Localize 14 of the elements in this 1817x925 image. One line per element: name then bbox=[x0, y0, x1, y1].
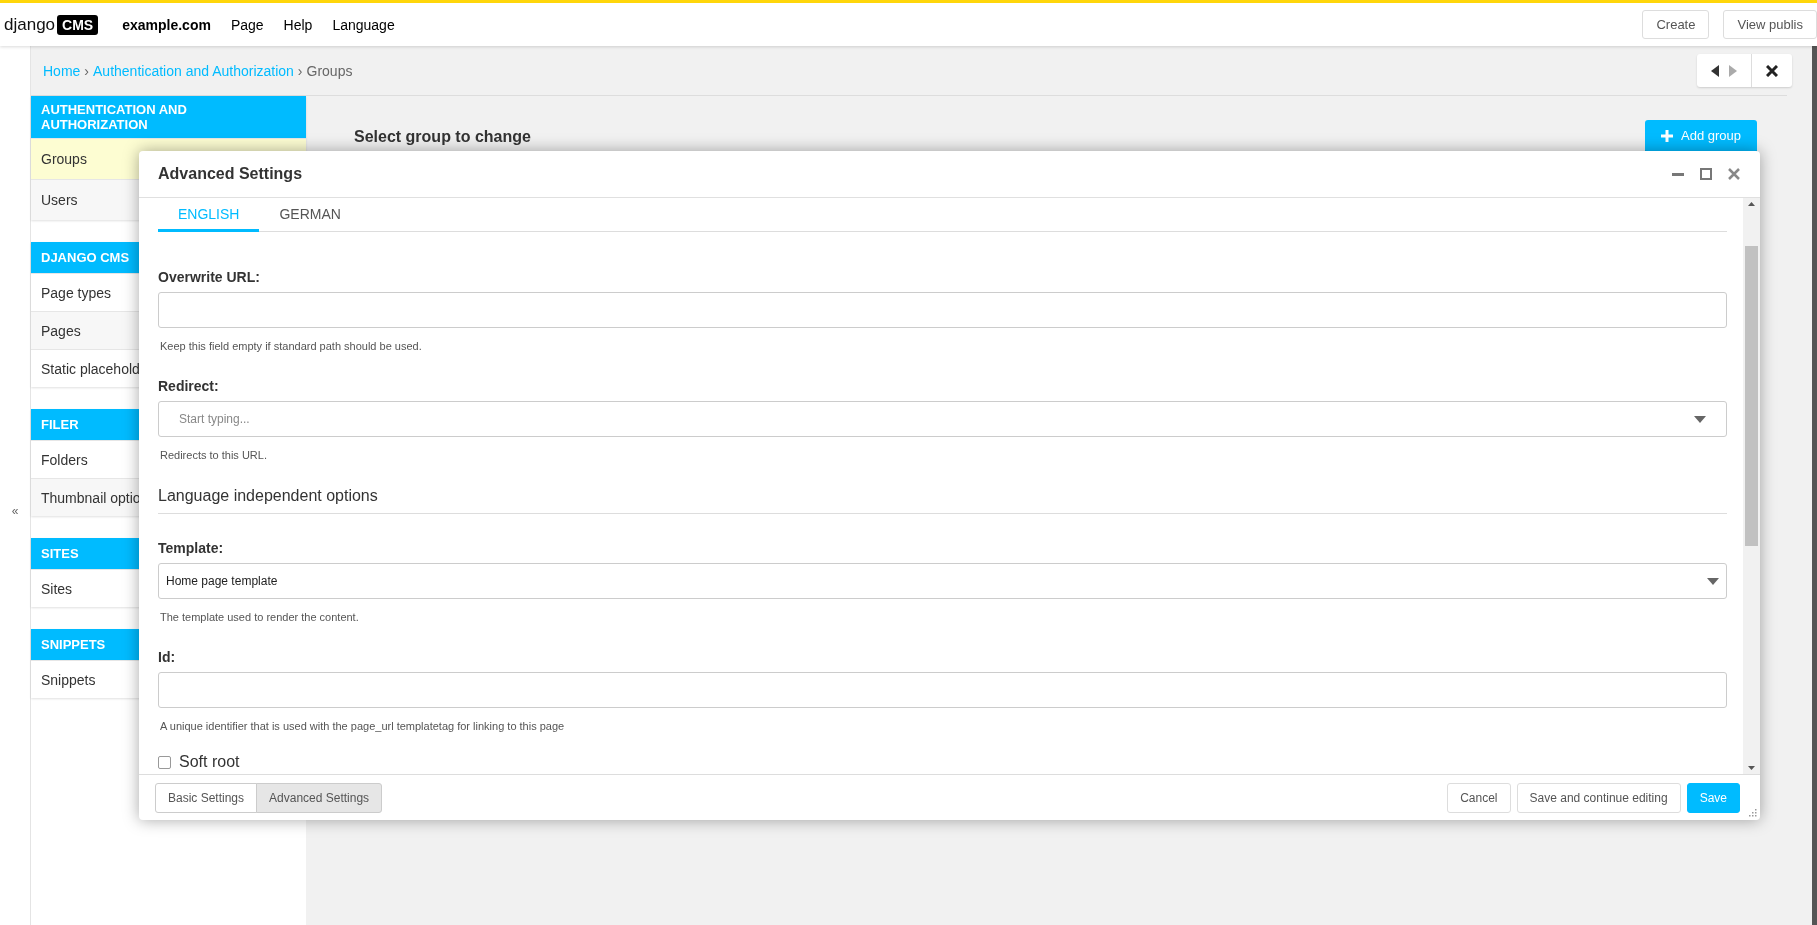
checkbox-label: Soft root bbox=[179, 753, 240, 771]
help-text: Keep this field empty if standard path should be used. bbox=[160, 340, 423, 352]
help-text: A unique identifier that is used with the page_url templatetag for linking to this page bbox=[160, 720, 566, 732]
sidebar-heading: AUTHENTICATION AND AUTHORIZATION bbox=[31, 96, 306, 138]
breadcrumb-separator: › bbox=[297, 62, 303, 79]
section-heading: Language independent options bbox=[158, 487, 1727, 514]
breadcrumb-current: Groups bbox=[306, 62, 353, 79]
field-label: Redirect: bbox=[158, 378, 220, 394]
modal-title: Advanced Settings bbox=[158, 165, 304, 183]
help-text: Redirects to this URL. bbox=[160, 449, 268, 461]
breadcrumb-separator: › bbox=[84, 62, 90, 79]
field-label: Template: bbox=[158, 540, 225, 556]
help-text: The template used to render the content. bbox=[160, 611, 360, 623]
page-title: Select group to change bbox=[354, 128, 531, 146]
